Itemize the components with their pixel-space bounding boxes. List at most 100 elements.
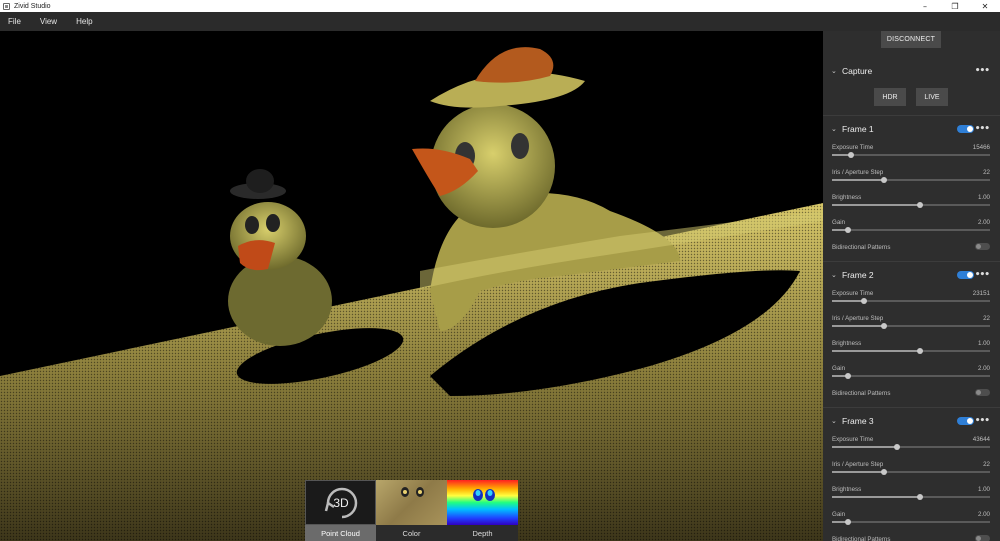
view-tab-point-cloud[interactable]: 3D Point Cloud	[305, 480, 376, 541]
setting-slider[interactable]	[832, 177, 990, 183]
frame-1-header[interactable]: ⌄ Frame 1 •••	[823, 120, 1000, 138]
small-duck-hat-top	[246, 169, 274, 193]
3d-badge: 3D	[333, 496, 349, 510]
small-duck-body	[228, 256, 332, 346]
small-duck-eye-left	[245, 216, 259, 234]
slider-handle[interactable]	[844, 519, 851, 525]
setting-value[interactable]: 15466	[973, 144, 990, 151]
setting-row-brightness: Brightness 1.00	[832, 194, 990, 219]
setting-row-iris-aperture-step: Iris / Aperture Step 22	[832, 461, 990, 486]
setting-value[interactable]: 43644	[973, 436, 990, 443]
zivid-app-icon	[3, 2, 10, 10]
section-divider	[823, 261, 1000, 262]
setting-value[interactable]: 2.00	[978, 365, 990, 372]
setting-slider[interactable]	[832, 227, 990, 233]
setting-value[interactable]: 2.00	[978, 219, 990, 226]
minimize-button[interactable]: –	[910, 0, 940, 12]
hdr-button[interactable]: HDR	[874, 88, 906, 106]
slider-handle[interactable]	[917, 348, 924, 354]
disconnect-button[interactable]: DISCONNECT	[881, 31, 941, 48]
setting-value[interactable]: 1.00	[978, 194, 990, 201]
setting-slider[interactable]	[832, 323, 990, 329]
chevron-down-icon: ⌄	[831, 417, 837, 425]
frame-title: Frame 1	[842, 124, 874, 134]
setting-slider[interactable]	[832, 519, 990, 525]
point-cloud-thumbnail: 3D	[305, 480, 376, 525]
frame-enable-toggle[interactable]	[957, 125, 974, 133]
slider-fill	[832, 496, 921, 498]
small-duck-eye-right	[266, 214, 280, 232]
bidirectional-patterns-row: Bidirectional Patterns	[832, 535, 990, 541]
menu-view[interactable]: View	[36, 17, 61, 26]
setting-value[interactable]: 1.00	[978, 340, 990, 347]
frame-enable-toggle[interactable]	[957, 271, 974, 279]
more-options-icon[interactable]: •••	[975, 124, 990, 134]
setting-label: Gain	[832, 365, 846, 372]
setting-label: Iris / Aperture Step	[832, 315, 884, 322]
setting-slider[interactable]	[832, 444, 990, 450]
menu-file[interactable]: File	[4, 17, 25, 26]
slider-handle[interactable]	[860, 298, 867, 304]
slider-handle[interactable]	[881, 469, 888, 475]
setting-value[interactable]: 1.00	[978, 486, 990, 493]
live-button[interactable]: LIVE	[916, 88, 948, 106]
close-window-button[interactable]: ✕	[970, 0, 1000, 12]
large-duck-eye-right	[511, 133, 529, 159]
setting-row-gain: Gain 2.00	[832, 511, 990, 536]
large-duck-comb	[475, 47, 554, 83]
capture-section-header[interactable]: ⌄ Capture •••	[823, 62, 1000, 80]
menu-help[interactable]: Help	[72, 17, 96, 26]
view-label-color: Color	[376, 525, 447, 541]
section-divider	[823, 407, 1000, 408]
slider-handle[interactable]	[893, 444, 900, 450]
setting-row-exposure-time: Exposure Time 23151	[832, 290, 990, 315]
slider-handle[interactable]	[917, 202, 924, 208]
more-options-icon[interactable]: •••	[975, 270, 990, 280]
settings-panel: DISCONNECT ⌄ Capture ••• HDR LIVE ⌄ Frame…	[823, 31, 1000, 541]
frame-enable-toggle[interactable]	[957, 417, 974, 425]
setting-row-brightness: Brightness 1.00	[832, 340, 990, 365]
slider-fill	[832, 179, 885, 181]
setting-slider[interactable]	[832, 202, 990, 208]
view-tab-color[interactable]: Color	[376, 480, 447, 541]
setting-value[interactable]: 22	[983, 461, 990, 468]
setting-value[interactable]: 23151	[973, 290, 990, 297]
slider-handle[interactable]	[844, 227, 851, 233]
slider-handle[interactable]	[917, 494, 924, 500]
chevron-down-icon: ⌄	[831, 271, 837, 279]
setting-slider[interactable]	[832, 469, 990, 475]
setting-value[interactable]: 22	[983, 315, 990, 322]
more-options-icon[interactable]: •••	[975, 66, 990, 76]
setting-label: Brightness	[832, 486, 862, 493]
view-switcher: 3D Point Cloud Color Depth	[305, 480, 518, 541]
setting-row-exposure-time: Exposure Time 15466	[832, 144, 990, 169]
setting-row-gain: Gain 2.00	[832, 365, 990, 390]
frame-3-header[interactable]: ⌄ Frame 3 •••	[823, 412, 1000, 430]
slider-handle[interactable]	[881, 323, 888, 329]
window-title: Zivid Studio	[14, 2, 51, 10]
slider-handle[interactable]	[881, 177, 888, 183]
slider-handle[interactable]	[844, 373, 851, 379]
bidirectional-toggle[interactable]	[975, 389, 990, 396]
setting-slider[interactable]	[832, 152, 990, 158]
slider-handle[interactable]	[847, 152, 854, 158]
more-options-icon[interactable]: •••	[975, 416, 990, 426]
setting-slider[interactable]	[832, 494, 990, 500]
setting-value[interactable]: 2.00	[978, 511, 990, 518]
setting-label: Gain	[832, 511, 846, 518]
setting-slider[interactable]	[832, 348, 990, 354]
setting-slider[interactable]	[832, 298, 990, 304]
bidirectional-toggle[interactable]	[975, 243, 990, 250]
frame-2-header[interactable]: ⌄ Frame 2 •••	[823, 266, 1000, 284]
setting-value[interactable]: 22	[983, 169, 990, 176]
bidirectional-label: Bidirectional Patterns	[832, 390, 891, 397]
bidirectional-label: Bidirectional Patterns	[832, 536, 891, 541]
capture-title: Capture	[842, 66, 873, 76]
setting-slider[interactable]	[832, 373, 990, 379]
slider-fill	[832, 204, 921, 206]
point-cloud-viewport[interactable]: 3D Point Cloud Color Depth	[0, 31, 823, 541]
view-tab-depth[interactable]: Depth	[447, 480, 518, 541]
menu-bar: File View Help	[0, 12, 1000, 31]
restore-button[interactable]: ❐	[940, 0, 970, 12]
bidirectional-toggle[interactable]	[975, 535, 990, 541]
